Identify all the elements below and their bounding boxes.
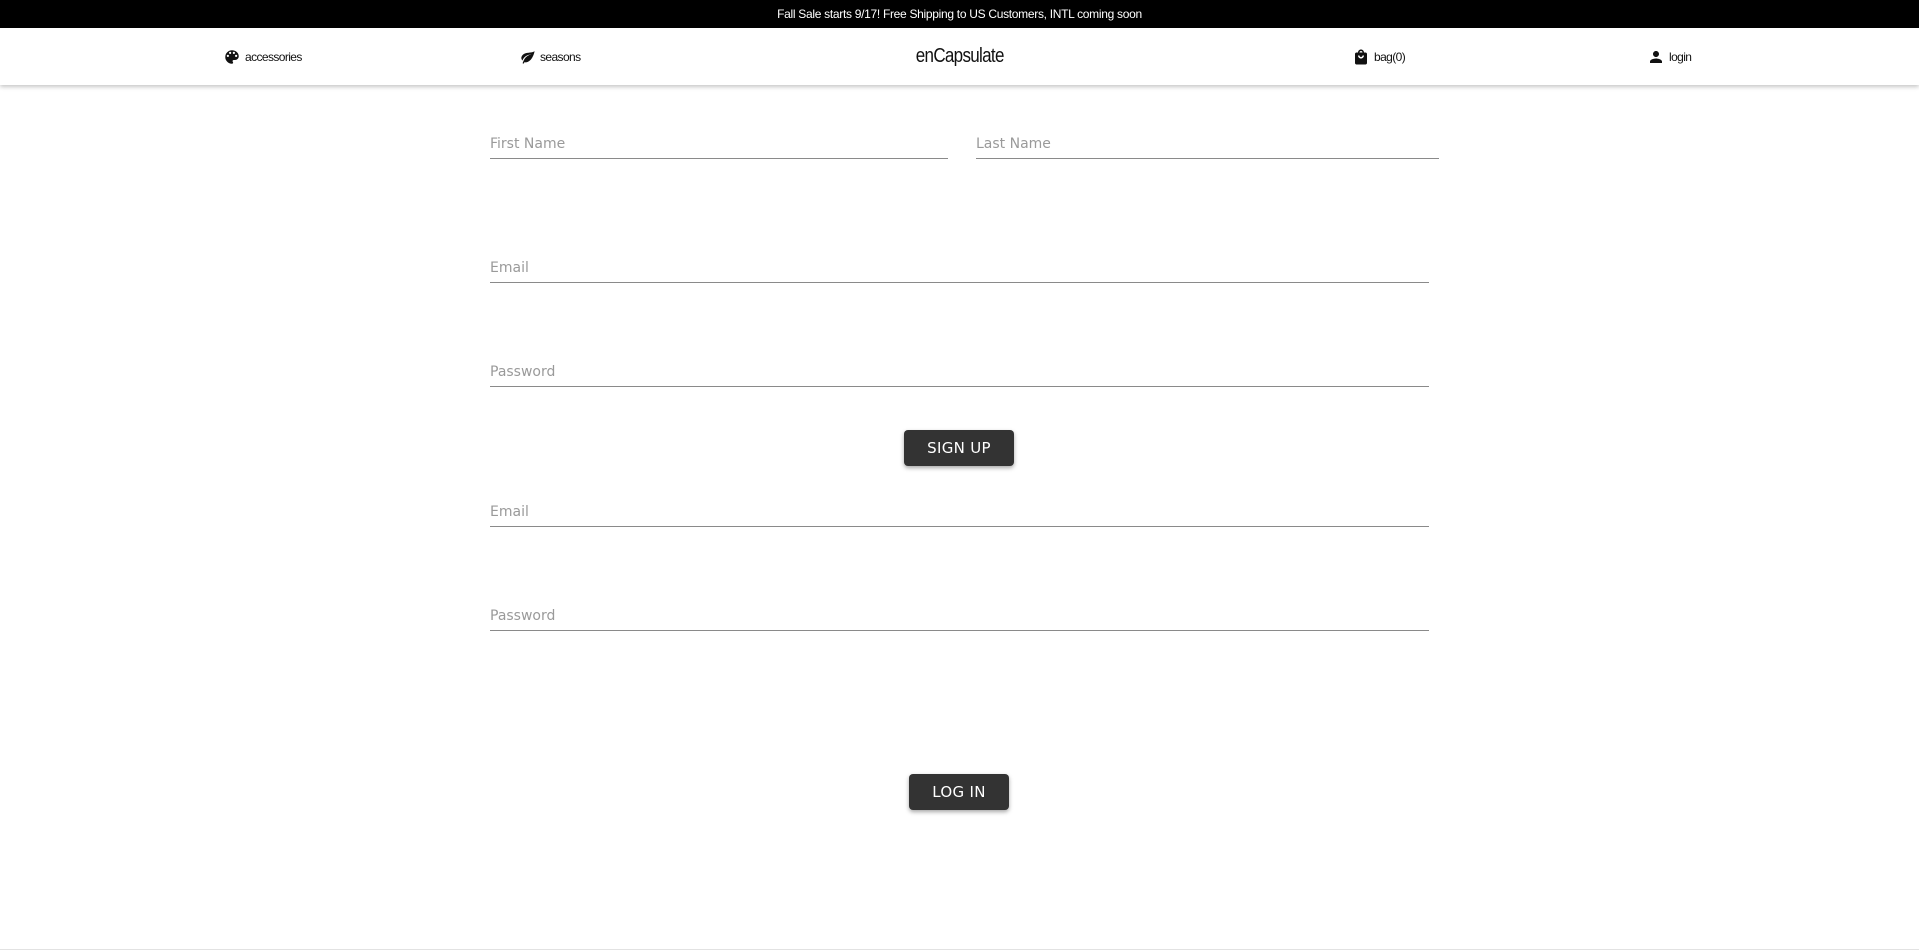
top-nav: accessories seasons enCapsulate bag(0) l… xyxy=(0,28,1919,85)
shopping-bag-icon xyxy=(1352,48,1370,66)
nav-item-seasons[interactable]: seasons xyxy=(520,28,581,85)
nav-bag-label: bag(0) xyxy=(1374,49,1406,64)
nav-item-login[interactable]: login xyxy=(1647,28,1692,85)
first-name-field-wrap xyxy=(490,128,948,159)
nav-seasons-label: seasons xyxy=(540,49,581,64)
login-password-field-wrap xyxy=(490,600,1429,631)
nav-item-bag[interactable]: bag(0) xyxy=(1352,28,1406,85)
sign-up-button[interactable]: SIGN UP xyxy=(904,430,1014,466)
leaf-icon xyxy=(520,49,536,65)
last-name-field-wrap xyxy=(976,128,1439,159)
nav-accessories-label: accessories xyxy=(245,49,302,64)
person-icon xyxy=(1647,48,1665,66)
nav-login-label: login xyxy=(1669,49,1692,64)
log-in-button[interactable]: LOG IN xyxy=(909,774,1009,810)
signup-email-field-wrap xyxy=(490,252,1429,283)
footer-divider xyxy=(0,949,1919,950)
login-password-input[interactable] xyxy=(490,608,1429,624)
login-email-input[interactable] xyxy=(490,504,1429,520)
first-name-input[interactable] xyxy=(490,136,948,152)
announcement-bar: Fall Sale starts 9/17! Free Shipping to … xyxy=(0,0,1919,28)
login-email-field-wrap xyxy=(490,496,1429,527)
last-name-input[interactable] xyxy=(976,136,1439,152)
signup-password-field-wrap xyxy=(490,356,1429,387)
signup-password-input[interactable] xyxy=(490,364,1429,380)
brand-logo-text[interactable]: enCapsulate xyxy=(915,45,1004,68)
announcement-text: Fall Sale starts 9/17! Free Shipping to … xyxy=(777,7,1142,21)
palette-icon xyxy=(223,48,241,66)
signup-email-input[interactable] xyxy=(490,260,1429,276)
nav-item-accessories[interactable]: accessories xyxy=(223,28,302,85)
